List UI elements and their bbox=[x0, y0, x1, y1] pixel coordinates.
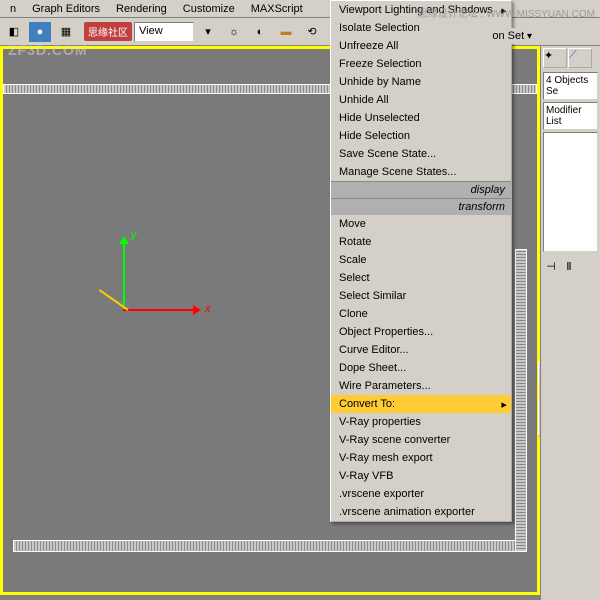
watermark-text: ZF3D.COM bbox=[8, 42, 88, 58]
x-axis-icon bbox=[123, 309, 198, 311]
context-menu-item[interactable]: Unhide All bbox=[331, 91, 511, 109]
context-menu-item[interactable]: Hide Unselected bbox=[331, 109, 511, 127]
selection-label: 4 Objects Se bbox=[543, 72, 598, 100]
wireframe-geometry bbox=[13, 540, 527, 552]
x-axis-label: x bbox=[205, 303, 211, 315]
menu-maxscript[interactable]: MAXScript bbox=[243, 1, 311, 17]
pin-stack-button[interactable]: ⊣ bbox=[543, 258, 559, 274]
menu-section-transform: transform bbox=[331, 198, 511, 215]
context-menu-item[interactable]: Convert To: bbox=[331, 395, 511, 413]
context-menu-item[interactable]: V-Ray mesh export bbox=[331, 449, 511, 467]
selection-set-dropdown[interactable]: on Set ▾ bbox=[488, 28, 536, 44]
context-menu-item[interactable]: V-Ray properties bbox=[331, 413, 511, 431]
context-menu-item[interactable]: Save Scene State... bbox=[331, 145, 511, 163]
toolbar-button[interactable]: ◧ bbox=[2, 21, 26, 43]
y-axis-label: y bbox=[131, 229, 137, 241]
view-dropdown[interactable]: View bbox=[134, 22, 194, 42]
context-menu-item[interactable]: Rotate bbox=[331, 233, 511, 251]
toolbar-button[interactable]: ⟲ bbox=[300, 21, 324, 43]
context-menu-item[interactable]: .vrscene animation exporter bbox=[331, 503, 511, 521]
menu-section-display: display bbox=[331, 181, 511, 198]
badge: 思缘社区 bbox=[84, 22, 132, 41]
context-menu-item[interactable]: Object Properties... bbox=[331, 323, 511, 341]
create-tab[interactable]: ✦ bbox=[543, 48, 567, 68]
menu-item[interactable]: n bbox=[2, 1, 24, 17]
watermark-text: 思缘设计论坛 . WWW.MISSYUAN.COM bbox=[418, 5, 595, 20]
context-menu-item[interactable]: V-Ray VFB bbox=[331, 467, 511, 485]
context-menu-item[interactable]: Select bbox=[331, 269, 511, 287]
context-menu-item[interactable]: Scale bbox=[331, 251, 511, 269]
modify-tab[interactable]: ⟋ bbox=[568, 48, 592, 68]
menu-customize[interactable]: Customize bbox=[175, 1, 243, 17]
context-menu-item[interactable]: Move bbox=[331, 215, 511, 233]
context-menu-item[interactable]: Curve Editor... bbox=[331, 341, 511, 359]
show-result-button[interactable]: Ⅱ bbox=[561, 258, 577, 274]
y-axis-icon bbox=[123, 239, 125, 309]
context-menu-item[interactable]: Dope Sheet... bbox=[331, 359, 511, 377]
menu-graph-editors[interactable]: Graph Editors bbox=[24, 1, 108, 17]
context-menu-item[interactable]: Unfreeze All bbox=[331, 37, 511, 55]
context-menu-item[interactable]: Unhide by Name bbox=[331, 73, 511, 91]
menu-rendering[interactable]: Rendering bbox=[108, 1, 175, 17]
toolbar-button[interactable]: ◐ bbox=[248, 21, 272, 43]
toolbar-button[interactable]: ● bbox=[28, 21, 52, 43]
command-panel: ✦ ⟋ 4 Objects Se Modifier List ⊣ Ⅱ bbox=[540, 46, 600, 600]
modifier-stack[interactable] bbox=[543, 132, 598, 252]
context-menu-item[interactable]: Clone bbox=[331, 305, 511, 323]
context-menu-item[interactable]: V-Ray scene converter bbox=[331, 431, 511, 449]
context-menu-item[interactable]: Wire Parameters... bbox=[331, 377, 511, 395]
context-menu-item[interactable]: Isolate Selection bbox=[331, 19, 511, 37]
wireframe-geometry bbox=[515, 249, 527, 552]
context-menu-item[interactable]: Freeze Selection bbox=[331, 55, 511, 73]
toolbar-button[interactable]: ▬ bbox=[274, 21, 298, 43]
context-menu-item[interactable]: Manage Scene States... bbox=[331, 163, 511, 181]
toolbar-button[interactable]: ▦ bbox=[54, 21, 78, 43]
context-menu-item[interactable]: Select Similar bbox=[331, 287, 511, 305]
quad-context-menu: Viewport Lighting and ShadowsIsolate Sel… bbox=[330, 0, 512, 522]
modifier-list-dropdown[interactable]: Modifier List bbox=[543, 102, 598, 130]
context-menu-item[interactable]: Hide Selection bbox=[331, 127, 511, 145]
toolbar-button[interactable]: ▾ bbox=[196, 21, 220, 43]
toolbar-button[interactable]: ☼ bbox=[222, 21, 246, 43]
context-menu-item[interactable]: .vrscene exporter bbox=[331, 485, 511, 503]
